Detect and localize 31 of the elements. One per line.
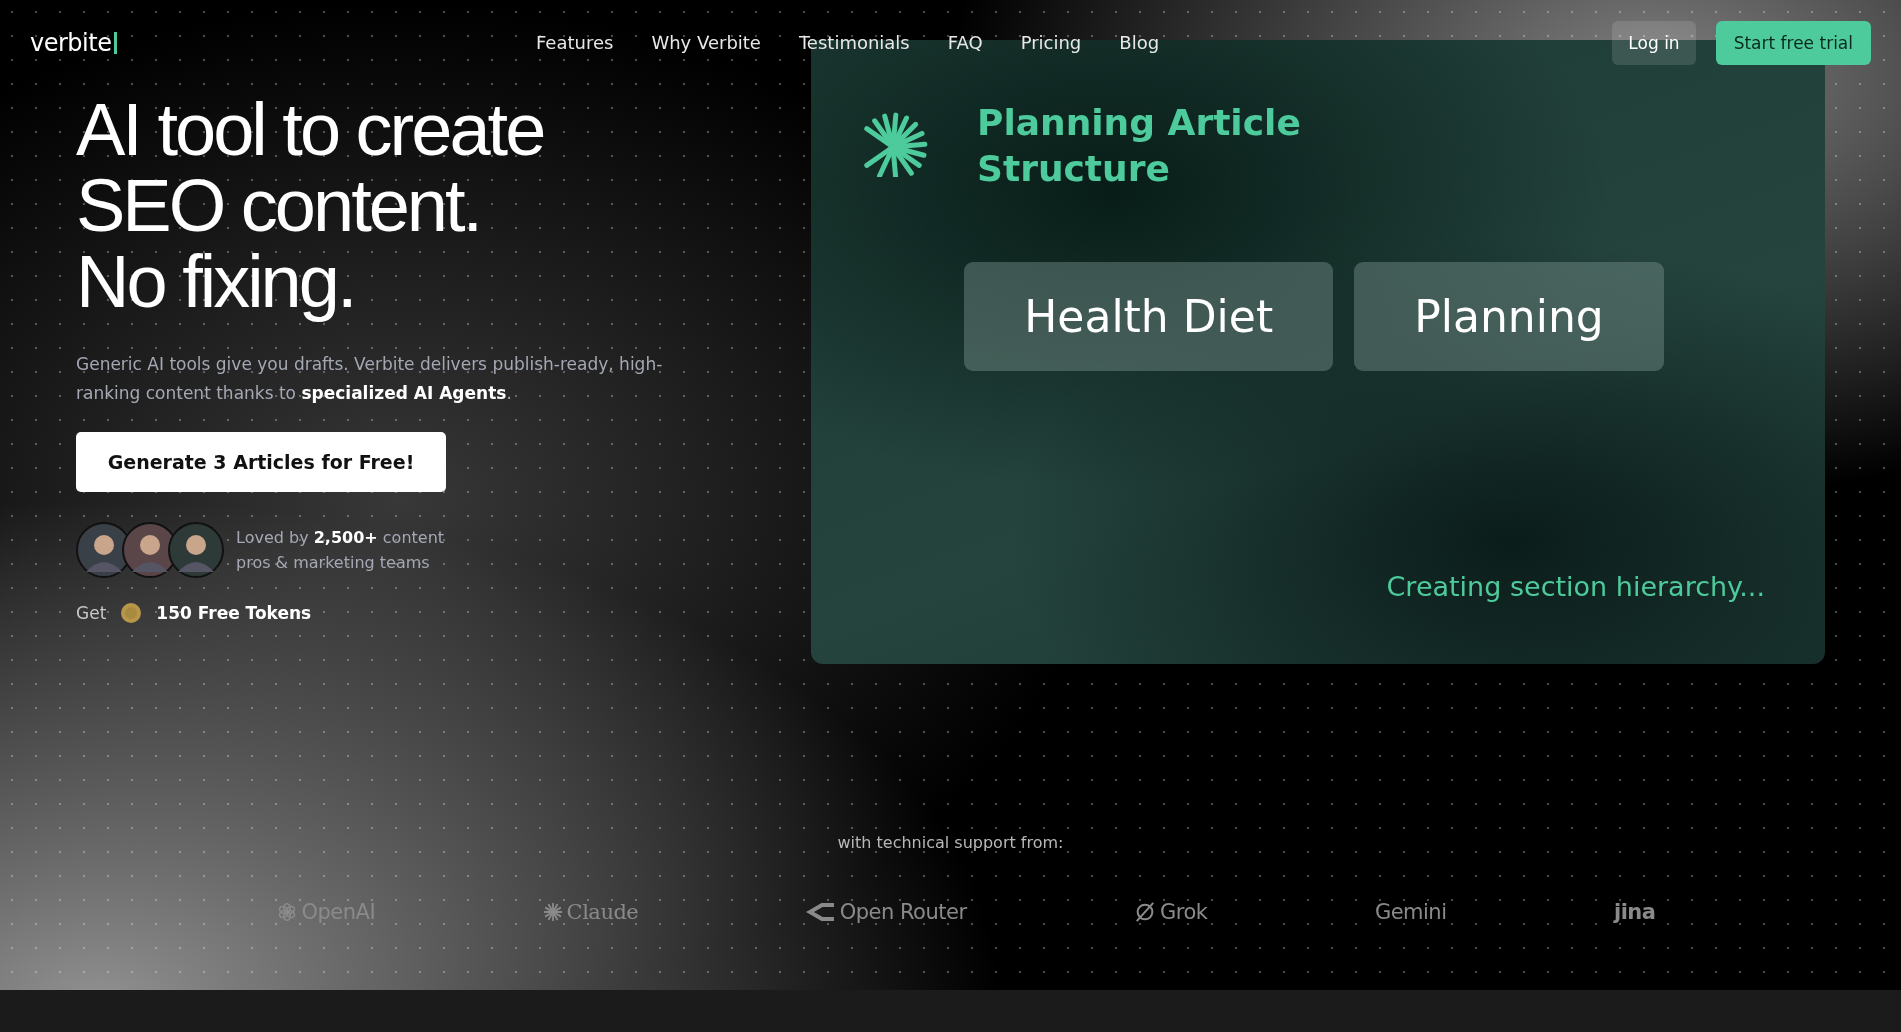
coin-icon	[120, 602, 143, 624]
start-trial-button[interactable]: Start free trial	[1715, 20, 1871, 65]
nav-link[interactable]: Pricing	[1020, 32, 1082, 53]
nav-link[interactable]: Features	[536, 32, 614, 53]
nav-link[interactable]: Why Verbite	[651, 32, 761, 53]
partner-name: Claude	[566, 900, 639, 924]
nav-link[interactable]: Testimonials	[798, 32, 910, 53]
get-label: Get	[76, 603, 107, 623]
partners-label: with technical support from:	[837, 833, 1064, 852]
partner-name: Grok	[1160, 900, 1208, 924]
avatar	[168, 522, 224, 578]
hero-description: Generic AI tools give you drafts. Verbite delivers publish-ready, high-ranking content thanks to specialized AI Agents.	[76, 353, 664, 405]
keyword-chip: Planning	[1354, 262, 1664, 371]
keyword-chip: Health Diet	[964, 262, 1334, 371]
login-button[interactable]: Log in	[1612, 20, 1696, 65]
status-text: Creating section hierarchy...	[1386, 571, 1765, 602]
nav-link[interactable]: FAQ	[947, 32, 983, 53]
partner-name: Gemini	[1374, 900, 1447, 924]
nav-link[interactable]: Blog	[1119, 32, 1160, 53]
cursor-icon	[114, 31, 118, 54]
generate-articles-button[interactable]: Generate 3 Articles for Free!	[76, 432, 446, 492]
partner-name: Open Router	[839, 900, 967, 924]
partner-name: jina	[1613, 900, 1656, 924]
asterisk-icon	[542, 902, 563, 922]
slashed-circle-icon	[1134, 901, 1156, 923]
free-tokens-text: 150 Free Tokens	[156, 603, 312, 623]
panel-title: Planning Article Structure	[977, 101, 1302, 191]
verbite-logo[interactable]: verbite	[30, 28, 536, 57]
logo-text: verbite	[30, 28, 112, 57]
social-proof-text: Loved by 2,500+ content pros & marketing teams	[236, 527, 446, 574]
hero-heading: AI tool to create SEO content. No fixing.	[76, 92, 545, 320]
